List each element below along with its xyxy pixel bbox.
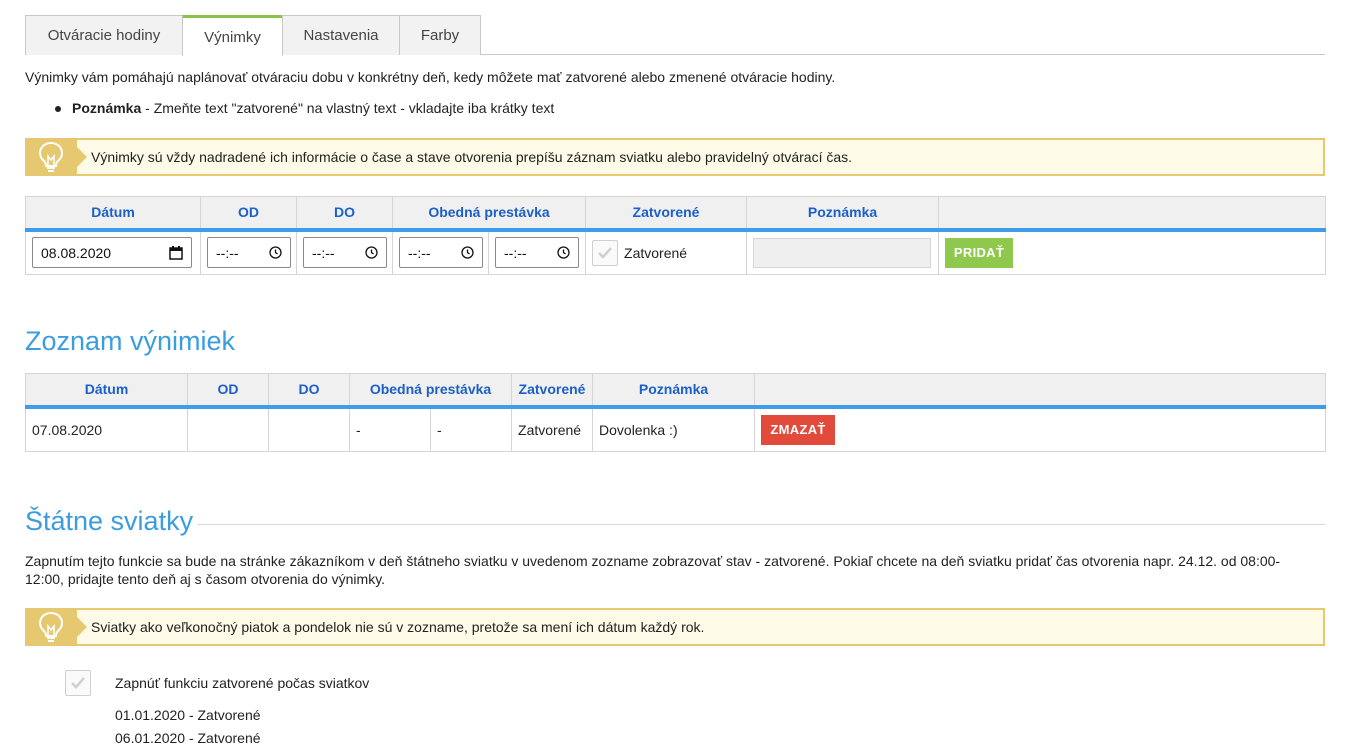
cell-from [187, 406, 269, 452]
lunch-to-input[interactable]: --:-- [495, 237, 579, 269]
date-value: 08.08.2020 [41, 244, 112, 261]
header-actions [754, 373, 1327, 409]
time-from-input[interactable]: --:-- [207, 237, 291, 269]
header-from: OD [200, 196, 297, 232]
tab-exceptions[interactable]: Výnimky [182, 15, 283, 56]
note-bold: Poznámka [72, 100, 142, 116]
cell-closed: Zatvorené [511, 406, 594, 452]
tab-opening-hours[interactable]: Otváracie hodiny [25, 15, 183, 55]
header-date: Dátum [25, 196, 201, 232]
checkmark-icon [71, 677, 85, 689]
cell-note: Dovolenka :) [592, 406, 756, 452]
lightbulb-icon [25, 138, 87, 176]
tip-text-exceptions: Výnimky sú vždy nadradené ich informácie… [91, 149, 853, 165]
header-closed: Zatvorené [585, 196, 748, 232]
header-lunch: Obedná prestávka [391, 196, 587, 232]
tip-box-exceptions: Výnimky sú vždy nadradené ich informácie… [25, 138, 1325, 176]
header-lunch: Obedná prestávka [348, 373, 513, 409]
note-rest: - Zmeňte text "zatvorené" na vlastný tex… [141, 100, 555, 116]
header-note: Poznámka [592, 373, 756, 409]
add-exception-table: Dátum OD DO Obedná prestávka Zatvorené P… [25, 196, 1327, 275]
clock-icon[interactable] [269, 246, 282, 259]
header-from: OD [187, 373, 269, 409]
holidays-title: Štátne sviatky [25, 506, 194, 536]
time-to-input[interactable]: --:-- [303, 237, 387, 269]
header-to: DO [296, 196, 393, 232]
enable-holidays-checkbox[interactable] [65, 670, 91, 696]
calendar-icon[interactable] [169, 245, 183, 260]
delete-button[interactable]: ZMAZAŤ [761, 414, 836, 445]
enable-holidays-label: Zapnúť funkciu zatvorené počas sviatkov [115, 675, 370, 691]
lunch-from-input[interactable]: --:-- [399, 237, 483, 269]
exceptions-list-table: Dátum OD DO Obedná prestávka Zatvorené P… [25, 373, 1327, 452]
header-date: Dátum [25, 373, 188, 409]
time-placeholder: --:-- [312, 244, 335, 261]
tip-box-holidays: Sviatky ako veľkonočný piatok a pondelok… [25, 608, 1325, 646]
header-note: Poznámka [746, 196, 940, 232]
header-to: DO [268, 373, 350, 409]
closed-checkbox[interactable] [592, 239, 619, 266]
time-placeholder: --:-- [216, 244, 239, 261]
header-actions [938, 196, 1327, 232]
note-input[interactable] [753, 237, 932, 268]
date-input[interactable]: 08.08.2020 [32, 237, 192, 269]
time-placeholder: --:-- [504, 244, 527, 261]
tip-text-holidays: Sviatky ako veľkonočný piatok a pondelok… [91, 619, 705, 635]
tab-settings[interactable]: Nastavenia [282, 15, 400, 55]
cell-lunch-to: - [429, 406, 513, 452]
cell-date: 07.08.2020 [25, 406, 188, 452]
lightbulb-icon [25, 608, 87, 646]
intro-text: Výnimky vám pomáhajú naplánovať otváraci… [25, 69, 836, 85]
holidays-paragraph: Zapnutím tejto funkcie sa bude na stránk… [25, 553, 1281, 587]
closed-checkbox-label: Zatvorené [624, 244, 688, 261]
holiday-item: 01.01.2020 - Zatvorené [115, 707, 261, 723]
clock-icon[interactable] [557, 246, 570, 259]
exceptions-list-title: Zoznam výnimiek [25, 326, 236, 356]
clock-icon[interactable] [461, 246, 474, 259]
closed-checkbox-row: Zatvorené [592, 239, 740, 266]
tab-colors[interactable]: Farby [399, 15, 481, 55]
add-button[interactable]: PRIDAŤ [945, 237, 1014, 268]
table-row: 07.08.2020 - - Zatvorené Dovolenka :) ZM… [25, 406, 1327, 452]
cell-lunch-from: - [349, 406, 431, 452]
time-placeholder: --:-- [408, 244, 431, 261]
note-text: Poznámka - Zmeňte text "zatvorené" na vl… [72, 100, 554, 116]
clock-icon[interactable] [365, 246, 378, 259]
tab-bar: Otváracie hodiny Výnimky Nastavenia Farb… [25, 15, 1325, 56]
header-closed: Zatvorené [511, 373, 594, 409]
cell-to [268, 406, 350, 452]
checkmark-icon [598, 246, 612, 259]
holiday-item: 06.01.2020 - Zatvorené [115, 730, 261, 746]
bullet-dot [55, 106, 61, 112]
holidays-divider [198, 524, 1325, 525]
